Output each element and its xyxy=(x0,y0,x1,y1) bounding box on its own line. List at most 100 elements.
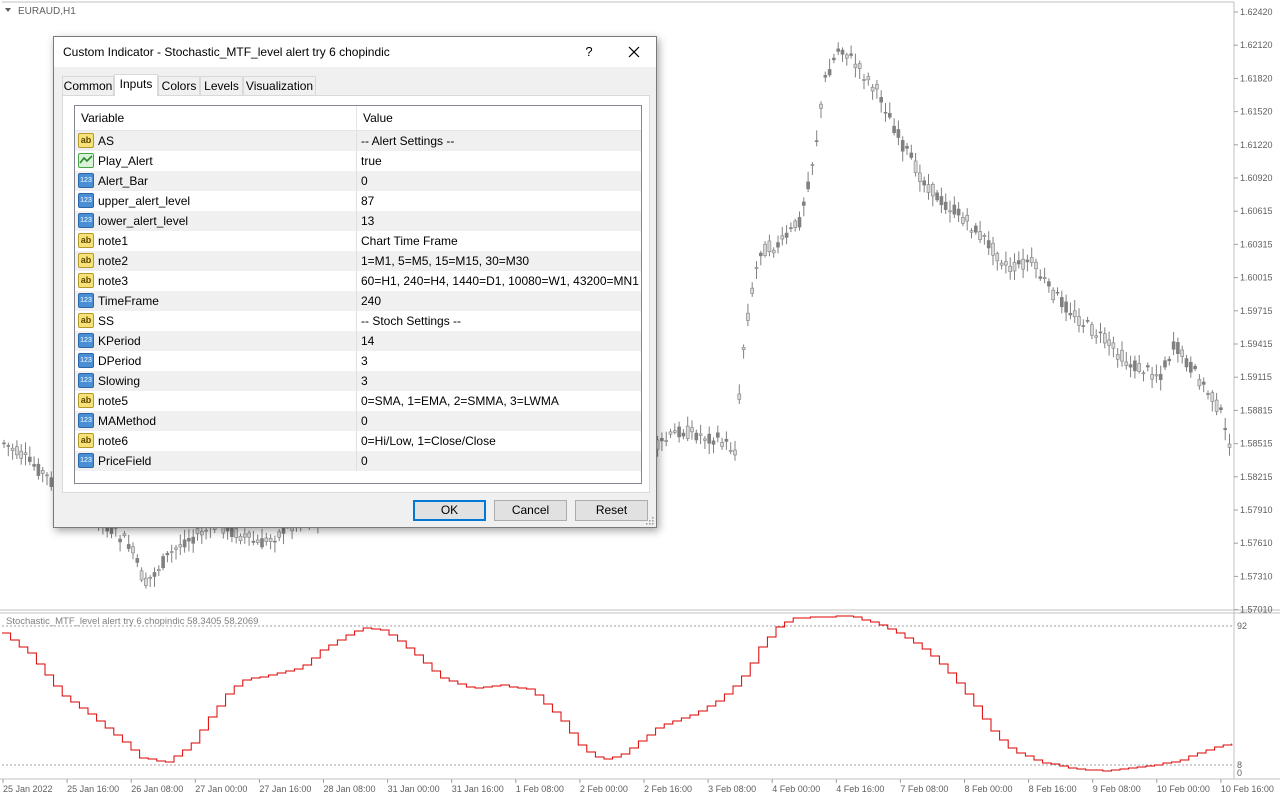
column-header-value[interactable]: Value xyxy=(357,106,641,130)
input-row-upper-alert-level[interactable]: 123 upper_alert_level 87 xyxy=(75,191,641,211)
price-tick-label: 1.59715 xyxy=(1240,306,1273,316)
input-row-kperiod[interactable]: 123 KPeriod 14 xyxy=(75,331,641,351)
candle-body xyxy=(672,430,677,433)
number-type-icon: 123 xyxy=(78,333,94,348)
input-row-play-alert[interactable]: Play_Alert true xyxy=(75,151,641,171)
value-cell[interactable]: -- Alert Settings -- xyxy=(357,131,641,151)
input-row-as[interactable]: ab AS -- Alert Settings -- xyxy=(75,131,641,151)
input-row-note3[interactable]: ab note3 60=H1, 240=H4, 1440=D1, 10080=W1,… xyxy=(75,271,641,291)
time-tick-label: 9 Feb 08:00 xyxy=(1093,784,1141,794)
input-row-ss[interactable]: ab SS -- Stoch Settings -- xyxy=(75,311,641,331)
input-row-note2[interactable]: ab note2 1=M1, 5=M5, 15=M15, 30=M30 xyxy=(75,251,641,271)
variable-cell: ab note6 xyxy=(75,431,357,451)
candle-body xyxy=(823,75,828,78)
help-button[interactable]: ? xyxy=(576,39,602,65)
candle-body xyxy=(1201,381,1206,385)
candle-body xyxy=(965,215,970,222)
input-row-lower-alert-level[interactable]: 123 lower_alert_level 13 xyxy=(75,211,641,231)
price-tick-label: 1.60615 xyxy=(1240,206,1273,216)
candle-body xyxy=(165,552,170,556)
value-cell[interactable]: 0=Hi/Low, 1=Close/Close xyxy=(357,431,641,451)
dialog-titlebar[interactable]: Custom Indicator - Stochastic_MTF_level … xyxy=(54,37,656,67)
candle-body xyxy=(1124,361,1129,366)
candle-body xyxy=(715,432,720,438)
input-row-note1[interactable]: ab note1 Chart Time Frame xyxy=(75,231,641,251)
tab-colors[interactable]: Colors xyxy=(158,76,200,95)
value-cell[interactable]: 14 xyxy=(357,331,641,351)
tab-levels[interactable]: Levels xyxy=(200,76,243,95)
candle-body xyxy=(853,63,858,68)
candle-body xyxy=(982,234,987,237)
candle-body xyxy=(690,427,694,433)
time-tick-label: 8 Feb 16:00 xyxy=(1029,784,1077,794)
candle-body xyxy=(943,201,948,210)
candle-body xyxy=(870,86,875,92)
resize-grip-icon[interactable] xyxy=(644,515,654,525)
reset-button[interactable]: Reset xyxy=(575,500,648,521)
variable-cell: ab note2 xyxy=(75,251,357,271)
tab-common[interactable]: Common xyxy=(62,76,114,95)
cancel-button[interactable]: Cancel xyxy=(494,500,567,521)
input-row-note5[interactable]: ab note5 0=SMA, 1=EMA, 2=SMMA, 3=LWMA xyxy=(75,391,641,411)
candle-body xyxy=(260,538,264,548)
input-row-slowing[interactable]: 123 Slowing 3 xyxy=(75,371,641,391)
variable-name: PriceField xyxy=(98,454,152,468)
value-cell[interactable]: 0 xyxy=(357,411,641,431)
candle-body xyxy=(169,551,174,553)
candle-body xyxy=(1085,320,1090,322)
candle-body xyxy=(1180,349,1184,357)
value-cell[interactable]: 3 xyxy=(357,371,641,391)
candle-body xyxy=(45,474,49,477)
candle-body xyxy=(711,440,716,445)
candle-body xyxy=(36,463,41,476)
candle-body xyxy=(122,533,127,536)
candle-body xyxy=(1176,342,1180,354)
input-row-mamethod[interactable]: 123 MAMethod 0 xyxy=(75,411,641,431)
value-cell[interactable]: 0 xyxy=(357,451,641,471)
value-cell[interactable]: 0=SMA, 1=EMA, 2=SMMA, 3=LWMA xyxy=(357,391,641,411)
number-type-icon: 123 xyxy=(78,453,94,468)
candle-body xyxy=(1025,259,1030,263)
candle-body xyxy=(664,440,669,442)
candle-body xyxy=(1090,324,1094,336)
tab-visualization[interactable]: Visualization xyxy=(243,76,316,95)
tab-inputs[interactable]: Inputs xyxy=(114,74,158,96)
candle-body xyxy=(161,556,165,569)
candle-body xyxy=(780,235,785,240)
candle-body xyxy=(1038,276,1043,279)
input-row-dperiod[interactable]: 123 DPeriod 3 xyxy=(75,351,641,371)
variable-cell: Play_Alert xyxy=(75,151,357,171)
variable-cell: 123 Alert_Bar xyxy=(75,171,357,191)
value-cell[interactable]: true xyxy=(357,151,641,171)
candle-body xyxy=(27,456,32,462)
candle-body xyxy=(844,54,849,59)
value-cell[interactable]: 3 xyxy=(357,351,641,371)
close-button[interactable] xyxy=(619,39,649,65)
input-row-note6[interactable]: ab note6 0=Hi/Low, 1=Close/Close xyxy=(75,431,641,451)
candle-body xyxy=(1107,339,1111,346)
input-row-pricefield[interactable]: 123 PriceField 0 xyxy=(75,451,641,471)
value-cell[interactable]: 60=H1, 240=H4, 1440=D1, 10080=W1, 43200=… xyxy=(357,271,641,291)
value-cell[interactable]: 1=M1, 5=M5, 15=M15, 30=M30 xyxy=(357,251,641,271)
candle-body xyxy=(1068,312,1073,316)
value-cell[interactable]: Chart Time Frame xyxy=(357,231,641,251)
candle-body xyxy=(238,535,243,542)
candle-body xyxy=(948,210,952,213)
candle-body xyxy=(991,242,995,256)
candle-body xyxy=(157,569,161,572)
number-type-icon: 123 xyxy=(78,213,94,228)
input-row-alert-bar[interactable]: 123 Alert_Bar 0 xyxy=(75,171,641,191)
candle-body xyxy=(836,48,841,52)
value-cell[interactable]: 240 xyxy=(357,291,641,311)
ok-button[interactable]: OK xyxy=(413,500,486,521)
value-cell[interactable]: 0 xyxy=(357,171,641,191)
value-cell[interactable]: -- Stoch Settings -- xyxy=(357,311,641,331)
variable-cell: ab note5 xyxy=(75,391,357,411)
price-tick-label: 1.61220 xyxy=(1240,140,1273,150)
candle-body xyxy=(995,253,1000,262)
value-cell[interactable]: 87 xyxy=(357,191,641,211)
value-cell[interactable]: 13 xyxy=(357,211,641,231)
input-row-timeframe[interactable]: 123 TimeFrame 240 xyxy=(75,291,641,311)
column-header-variable[interactable]: Variable xyxy=(75,106,357,130)
candle-body xyxy=(131,546,135,554)
